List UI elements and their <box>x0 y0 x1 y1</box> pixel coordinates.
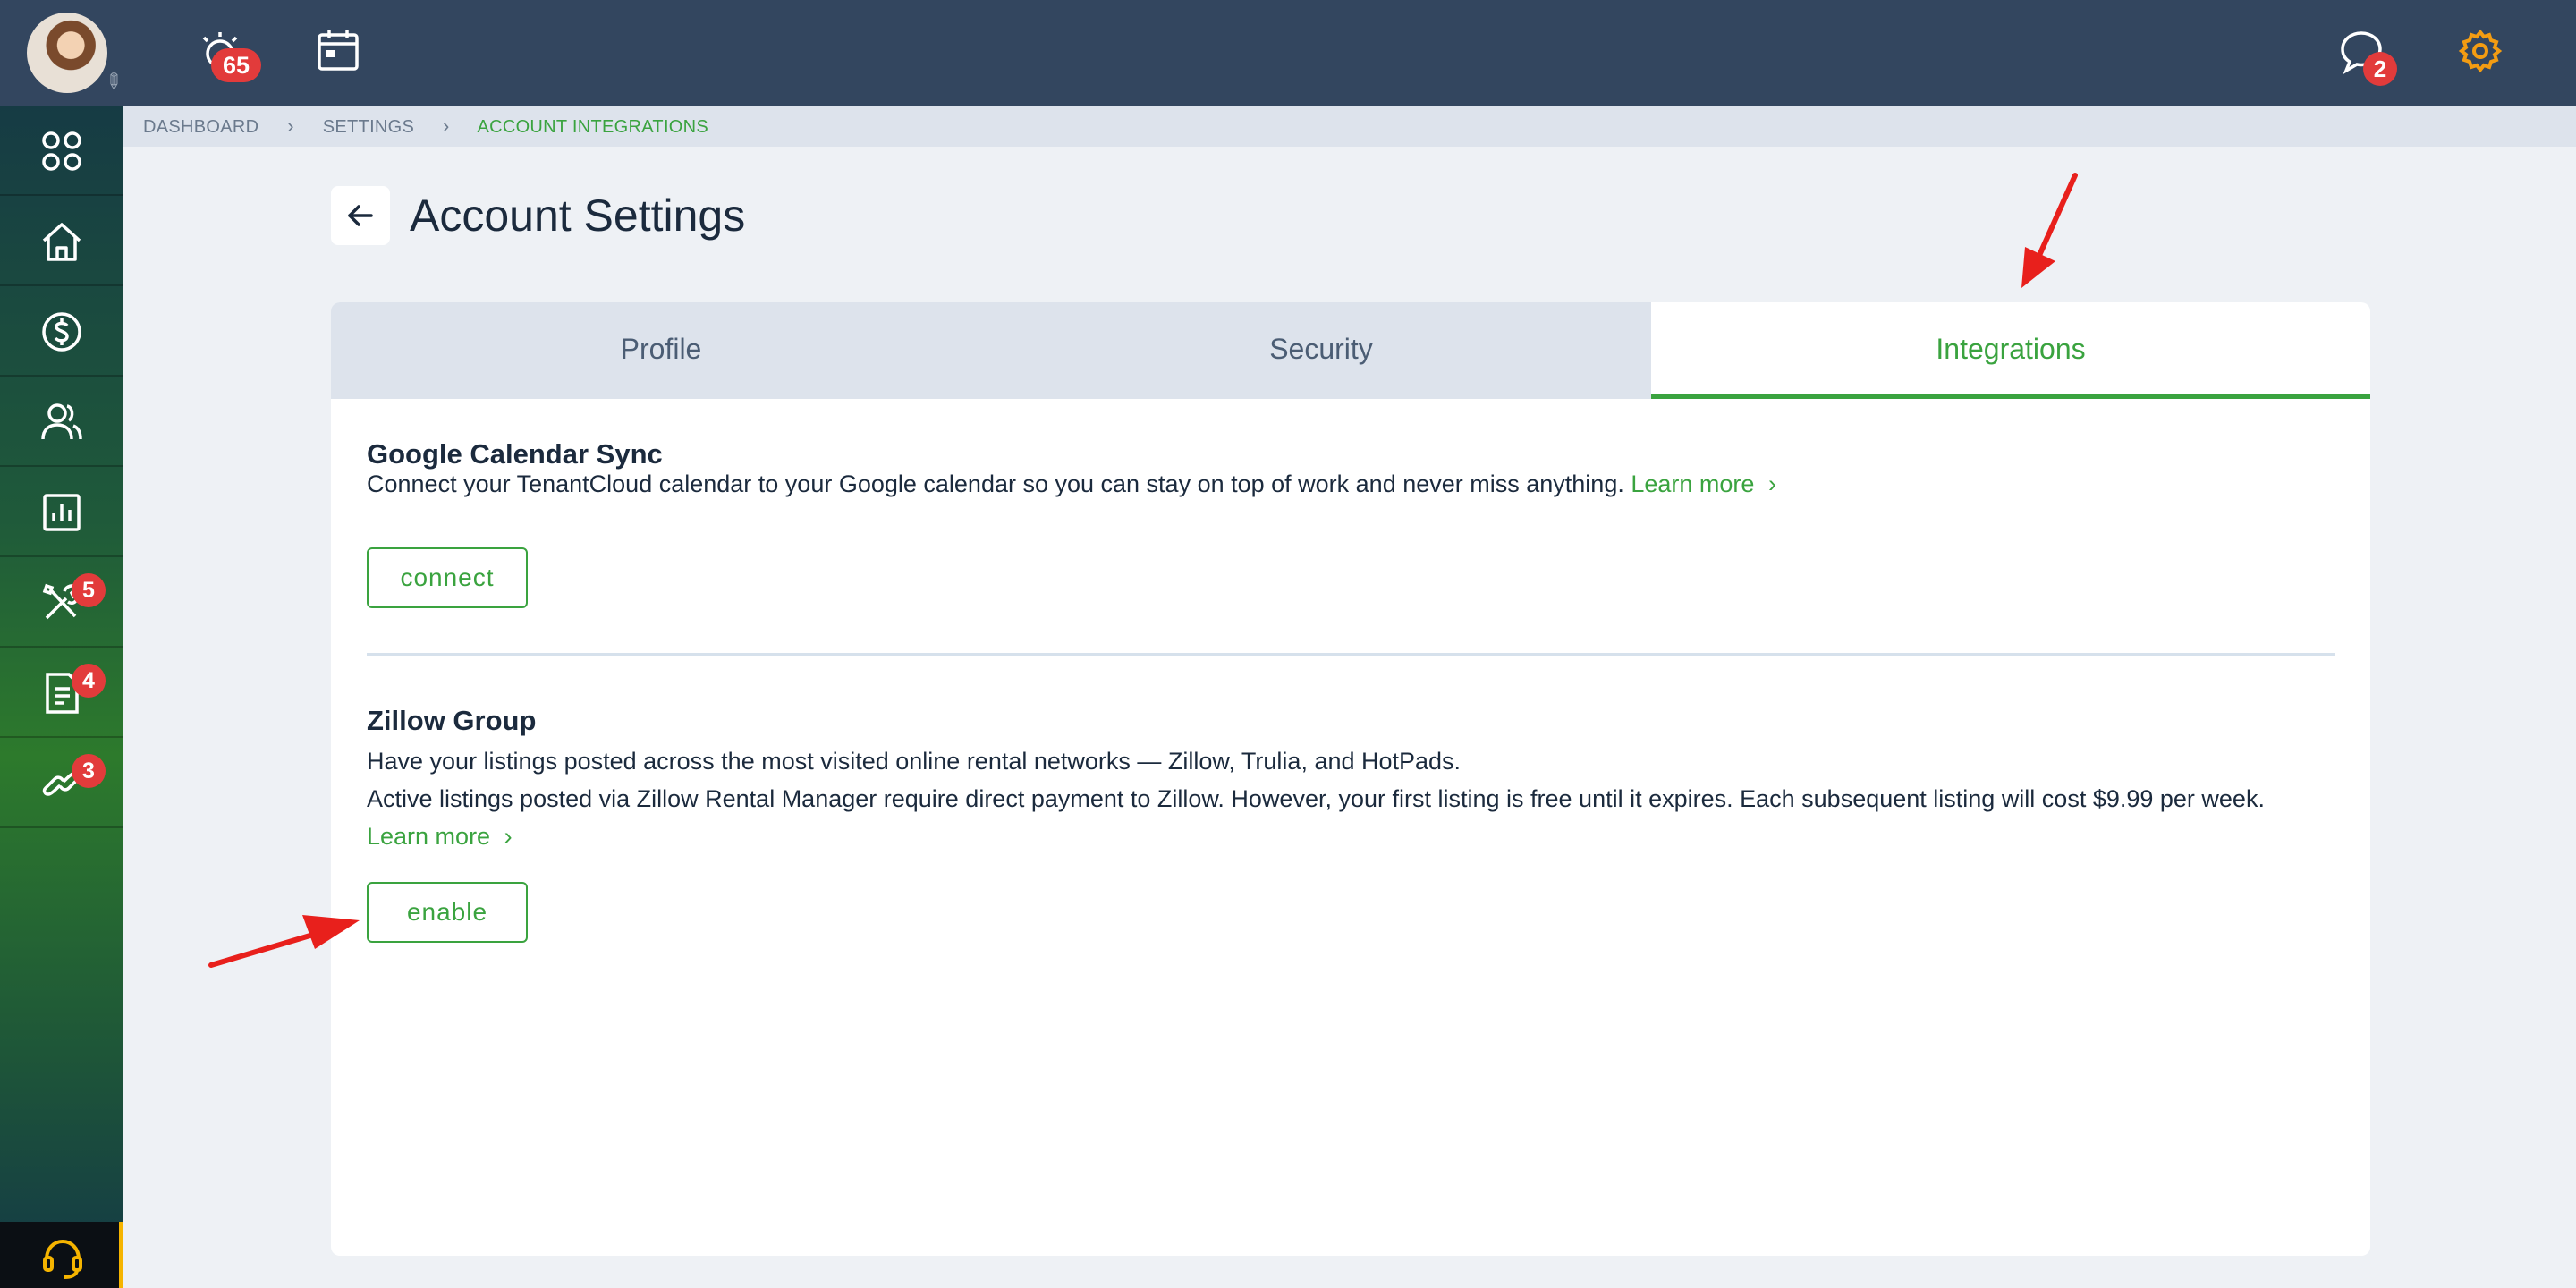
google-calendar-description: Connect your TenantCloud calendar to you… <box>367 465 1776 503</box>
chevron-right-icon: › <box>443 114 450 137</box>
tabs-bar: Profile Security Integrations <box>331 302 2370 399</box>
zillow-learn-more-label: Learn more <box>367 823 491 850</box>
users-icon <box>41 403 82 440</box>
documents-count-badge: 4 <box>72 664 106 698</box>
top-bar: ✎ 65 2 <box>0 0 2576 106</box>
apps-grid-icon <box>42 131 81 171</box>
headset-icon <box>43 1239 82 1279</box>
sidebar-item-payments[interactable] <box>0 286 123 377</box>
messages-count-badge: 2 <box>2363 52 2397 86</box>
gear-icon <box>2458 29 2503 73</box>
back-button[interactable] <box>331 186 390 245</box>
alerts-button[interactable]: 65 <box>199 29 261 82</box>
settings-button[interactable] <box>2458 29 2503 73</box>
zillow-title: Zillow Group <box>367 705 537 736</box>
sidebar-item-home[interactable] <box>0 196 123 286</box>
breadcrumb-settings[interactable]: SETTINGS <box>323 117 414 137</box>
tab-security[interactable]: Security <box>991 302 1651 399</box>
home-icon <box>42 223 81 261</box>
chevron-right-icon: › <box>287 114 294 137</box>
page-title: Account Settings <box>410 191 746 241</box>
zillow-line-2: Active listings posted via Zillow Rental… <box>367 785 2265 812</box>
google-learn-more-link[interactable]: Learn more › <box>1631 470 1776 497</box>
breadcrumb-current: ACCOUNT INTEGRATIONS <box>477 117 709 137</box>
dollar-icon <box>42 312 81 352</box>
tab-profile[interactable]: Profile <box>331 302 991 399</box>
support-button[interactable] <box>0 1222 123 1288</box>
calendar-icon <box>318 30 359 71</box>
maintenance-count-badge: 5 <box>72 573 106 607</box>
sidebar-item-documents[interactable]: 4 <box>0 648 123 738</box>
arrow-left-icon <box>348 205 373 226</box>
reports-chart-icon <box>43 494 80 531</box>
breadcrumb: DASHBOARD › SETTINGS › ACCOUNT INTEGRATI… <box>123 106 2576 147</box>
sidebar-item-people[interactable] <box>0 377 123 467</box>
tab-integrations[interactable]: Integrations <box>1651 302 2370 399</box>
annotation-arrow-icon <box>208 915 360 968</box>
sidebar-item-links[interactable]: 3 <box>0 738 123 828</box>
calendar-button[interactable] <box>315 27 361 73</box>
zillow-learn-more-link[interactable]: Learn more › <box>367 818 513 855</box>
settings-card: Profile Security Integrations Google Cal… <box>331 302 2370 1256</box>
sidebar-item-maintenance[interactable]: 5 <box>0 557 123 648</box>
zillow-line-1: Have your listings posted across the mos… <box>367 748 1462 775</box>
annotation-arrow-icon <box>2021 173 2078 288</box>
sidebar-item-apps[interactable] <box>0 106 123 196</box>
alerts-count-badge: 65 <box>211 48 261 82</box>
enable-button[interactable]: enable <box>367 882 528 943</box>
sidebar-item-reports[interactable] <box>0 467 123 557</box>
links-count-badge: 3 <box>72 754 106 788</box>
breadcrumb-dashboard[interactable]: DASHBOARD <box>143 117 258 137</box>
google-calendar-text: Connect your TenantCloud calendar to you… <box>367 470 1624 497</box>
messages-button[interactable]: 2 <box>2338 29 2397 86</box>
chevron-right-icon: › <box>1767 470 1776 497</box>
chevron-right-icon: › <box>504 823 513 850</box>
google-learn-more-label: Learn more <box>1631 470 1755 497</box>
section-divider <box>367 653 2334 656</box>
connect-button[interactable]: connect <box>367 547 528 608</box>
sidebar: 5 4 3 <box>0 106 123 1288</box>
